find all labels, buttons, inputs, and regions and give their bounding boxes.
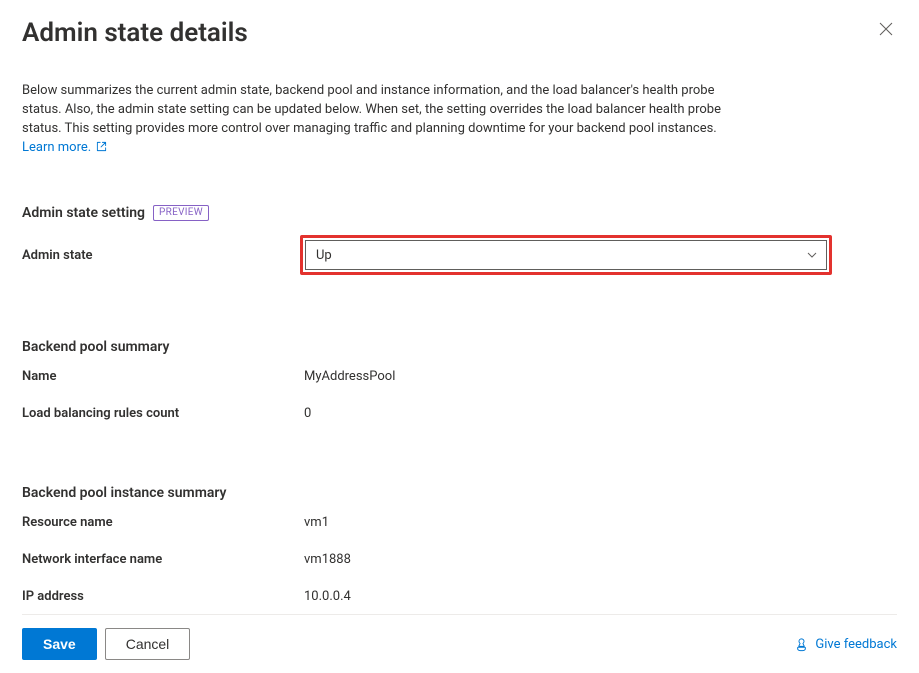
table-row: Load balancing rules count 0 [22, 406, 897, 421]
inst-nic-value: vm1888 [300, 552, 351, 567]
inst-nic-label: Network interface name [22, 552, 300, 567]
inst-ip-value: 10.0.0.4 [300, 589, 351, 604]
cancel-button[interactable]: Cancel [105, 628, 191, 660]
inst-resource-value: vm1 [300, 515, 329, 530]
intro-text: Below summarizes the current admin state… [22, 82, 752, 157]
feedback-icon [794, 637, 809, 652]
table-row: Network interface name vm1888 [22, 552, 897, 567]
backend-pool-summary-heading: Backend pool summary [22, 339, 897, 355]
inst-ip-label: IP address [22, 589, 300, 604]
give-feedback-link[interactable]: Give feedback [794, 637, 897, 652]
bps-name-label: Name [22, 369, 300, 384]
intro-body: Below summarizes the current admin state… [22, 83, 721, 136]
admin-state-label: Admin state [22, 248, 300, 263]
table-row: IP address 10.0.0.4 [22, 589, 897, 604]
admin-state-setting-heading: Admin state setting [22, 205, 145, 221]
bps-rules-label: Load balancing rules count [22, 406, 300, 421]
learn-more-link[interactable]: Learn more. [22, 140, 107, 155]
save-button[interactable]: Save [22, 628, 97, 660]
bps-name-value: MyAddressPool [300, 369, 395, 384]
preview-badge: PREVIEW [153, 205, 209, 221]
learn-more-label: Learn more. [22, 140, 91, 155]
page-title: Admin state details [22, 18, 248, 48]
give-feedback-label: Give feedback [815, 637, 897, 652]
close-icon [879, 22, 893, 36]
table-row: Name MyAddressPool [22, 369, 897, 384]
chevron-down-icon [806, 249, 818, 261]
admin-state-dropdown[interactable]: Up [305, 240, 827, 270]
external-link-icon [96, 141, 107, 152]
instance-summary-heading: Backend pool instance summary [22, 485, 897, 501]
close-button[interactable] [875, 18, 897, 44]
admin-state-highlight: Up [300, 235, 832, 275]
footer: Save Cancel Give feedback [22, 614, 897, 673]
table-row: Resource name vm1 [22, 515, 897, 530]
inst-resource-label: Resource name [22, 515, 300, 530]
admin-state-value: Up [316, 248, 332, 263]
bps-rules-value: 0 [300, 406, 311, 421]
